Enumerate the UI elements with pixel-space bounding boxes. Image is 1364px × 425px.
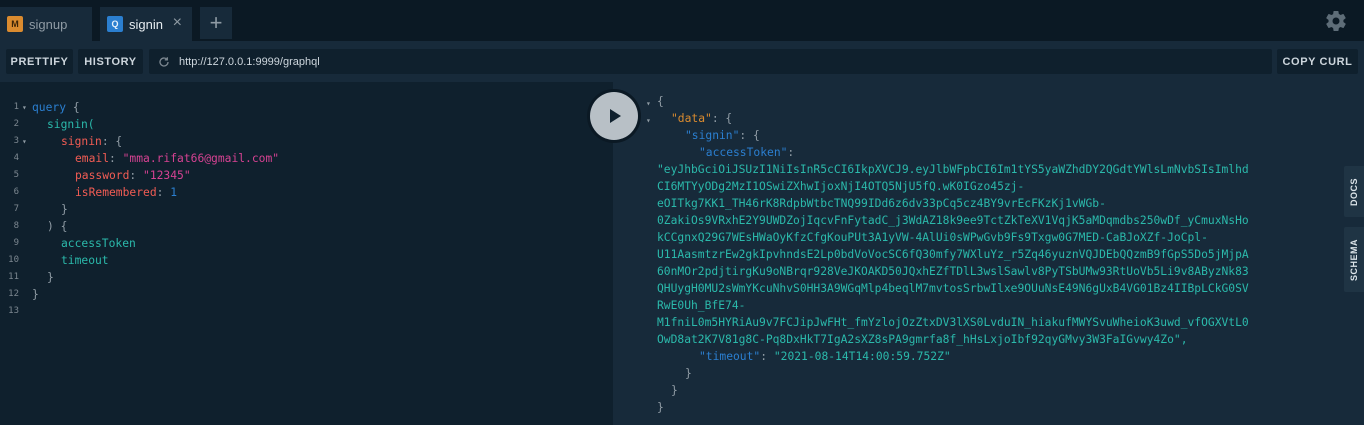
fold-arrow-icon[interactable]: ▾ [646, 112, 651, 129]
docs-tab-label: DOCS [1349, 177, 1360, 206]
code-line: signin( [47, 116, 95, 133]
token-line: U11AasmtzrEw2gkIpvhndsE2Lp0bdVoVocSC6fQ3… [657, 248, 1249, 261]
punctuation: { [72, 101, 80, 114]
query-badge: Q [107, 16, 123, 32]
argument-name: email [75, 152, 110, 165]
string-value: "12345" [143, 169, 191, 182]
punctuation: : { [739, 129, 760, 142]
result-line: "accessToken": [699, 144, 794, 161]
code-line: } [61, 203, 68, 216]
line-number: 3 [13, 136, 19, 146]
result-line: } [685, 367, 692, 380]
result-value: "2021-08-14T14:00:59.752Z" [773, 350, 951, 363]
token-line: "eyJhbGciOiJSUzI1NiIsInR5cCI6IkpXVCJ9.ey… [657, 163, 1249, 176]
result-pane: ▾ ▾ { "data": { "signin": { "accessToken… [613, 82, 1364, 425]
punctuation: : [760, 350, 768, 363]
token-line: 0ZakiOs9VRxhE2Y9UWDZojIqcvFnFytadC_j3WdA… [657, 214, 1249, 227]
code-line: password: "12345" [75, 167, 191, 184]
result-key: "data" [671, 112, 712, 125]
tab-bar: M signup Q signin × + [0, 0, 1364, 41]
token-line: M1fniL0m5HYRiAu9v7FCJipJwFHt_fmYzlojOzZt… [657, 316, 1249, 329]
reload-icon[interactable] [158, 56, 170, 68]
fold-arrow-icon[interactable]: ▾ [22, 133, 27, 150]
query-keyword: query [32, 101, 67, 114]
toolbar: PRETTIFY HISTORY http://127.0.0.1:9999/g… [0, 41, 1364, 82]
code-line: } [47, 271, 54, 284]
tab-signin[interactable]: Q signin × [100, 7, 192, 41]
result-line: "timeout": "2021-08-14T14:00:59.752Z" [699, 348, 951, 365]
docs-tab[interactable]: DOCS [1344, 166, 1364, 217]
schema-tab[interactable]: SCHEMA [1344, 227, 1364, 292]
execute-query-button[interactable] [587, 89, 641, 143]
code-line: accessToken [61, 235, 136, 252]
code-line: email: "mma.rifat66@gmail.com" [75, 150, 279, 167]
line-number: 8 [13, 221, 19, 231]
string-value: "mma.rifat66@gmail.com" [122, 152, 280, 165]
add-tab-button[interactable]: + [200, 7, 232, 39]
code-line: timeout [61, 252, 109, 269]
code-line: } [32, 288, 39, 301]
punctuation: : { [711, 112, 733, 125]
token-line: CI6MTYyODg2MzI1OSwiZXhwIjoxNjI4OTQ5NjU5f… [657, 180, 1025, 193]
result-line: } [657, 401, 664, 414]
punctuation: : [129, 169, 144, 182]
argument-name: password [75, 169, 130, 182]
number-value: 1 [170, 186, 178, 199]
line-number: 2 [13, 119, 19, 129]
endpoint-url: http://127.0.0.1:9999/graphql [179, 55, 320, 68]
tab-label: signin [129, 16, 163, 32]
line-number: 4 [13, 153, 19, 163]
copy-curl-button[interactable]: COPY CURL [1277, 49, 1358, 74]
line-number: 13 [8, 306, 19, 316]
fold-arrow-icon[interactable]: ▾ [22, 99, 27, 116]
field-name: signin( [47, 118, 95, 131]
argument-name: isRemembered [75, 186, 157, 199]
tab-signup[interactable]: M signup [0, 7, 92, 41]
tab-label: signup [29, 16, 68, 32]
punctuation: : [109, 152, 123, 165]
code-line: signin: { [61, 133, 122, 150]
line-number: 6 [13, 187, 19, 197]
field-name: accessToken [61, 237, 136, 250]
code-line: ) { [47, 220, 68, 233]
result-key: "signin" [685, 129, 740, 142]
token-line: OwD8at2K7V81g8C-Pq8DxHkT7IgA2sXZ8sPA9gmr… [657, 333, 1188, 346]
line-number: 12 [8, 289, 19, 299]
query-editor[interactable]: 1 2 3 4 5 6 7 8 9 10 11 12 13 ▾ ▾ query … [0, 82, 613, 425]
line-number: 1 [13, 102, 19, 112]
result-line: "data": { [671, 110, 732, 127]
code-line: query { [32, 99, 80, 116]
line-number: 10 [8, 255, 19, 265]
result-line: { [657, 95, 664, 108]
line-number: 7 [13, 204, 19, 214]
result-line: } [671, 384, 678, 397]
punctuation: : { [101, 135, 123, 148]
token-line: kCCgnxQ29G7WEsHWaOyKfzCfgKouPUt3A1yVW-4A… [657, 231, 1208, 244]
code-line: isRemembered: 1 [75, 184, 177, 201]
token-line: eOITkg7KK1_TH46rK8RdpbWtbcTNQ99IDd6z6dv3… [657, 197, 1106, 210]
result-key: "accessToken" [699, 146, 788, 159]
punctuation: : [787, 146, 795, 159]
play-icon[interactable] [590, 92, 638, 140]
field-name: timeout [61, 254, 109, 267]
punctuation: : [156, 186, 171, 199]
mutation-badge: M [7, 16, 23, 32]
gear-icon[interactable] [1324, 9, 1348, 33]
token-line: RwE0Uh_BfE74- [657, 299, 746, 312]
endpoint-url-input[interactable]: http://127.0.0.1:9999/graphql [149, 49, 1272, 74]
token-line: 60nMOr2pdjtirgKu9oNBrqr928VeJKOAKD50JQxh… [657, 265, 1249, 278]
result-line: "signin": { [685, 127, 760, 144]
fold-arrow-icon[interactable]: ▾ [646, 95, 651, 112]
history-button[interactable]: HISTORY [78, 49, 143, 74]
line-number: 9 [13, 238, 19, 248]
line-number: 5 [13, 170, 19, 180]
schema-tab-label: SCHEMA [1349, 238, 1360, 281]
line-number: 11 [8, 272, 19, 282]
result-key: "timeout" [699, 350, 761, 363]
argument-name: signin [61, 135, 102, 148]
token-line: QHUygH0MU2sWmYKcuNhvS0HH3A9WGqMlp4beqlM7… [657, 282, 1249, 295]
close-icon[interactable]: × [173, 14, 182, 32]
prettify-button[interactable]: PRETTIFY [6, 49, 73, 74]
